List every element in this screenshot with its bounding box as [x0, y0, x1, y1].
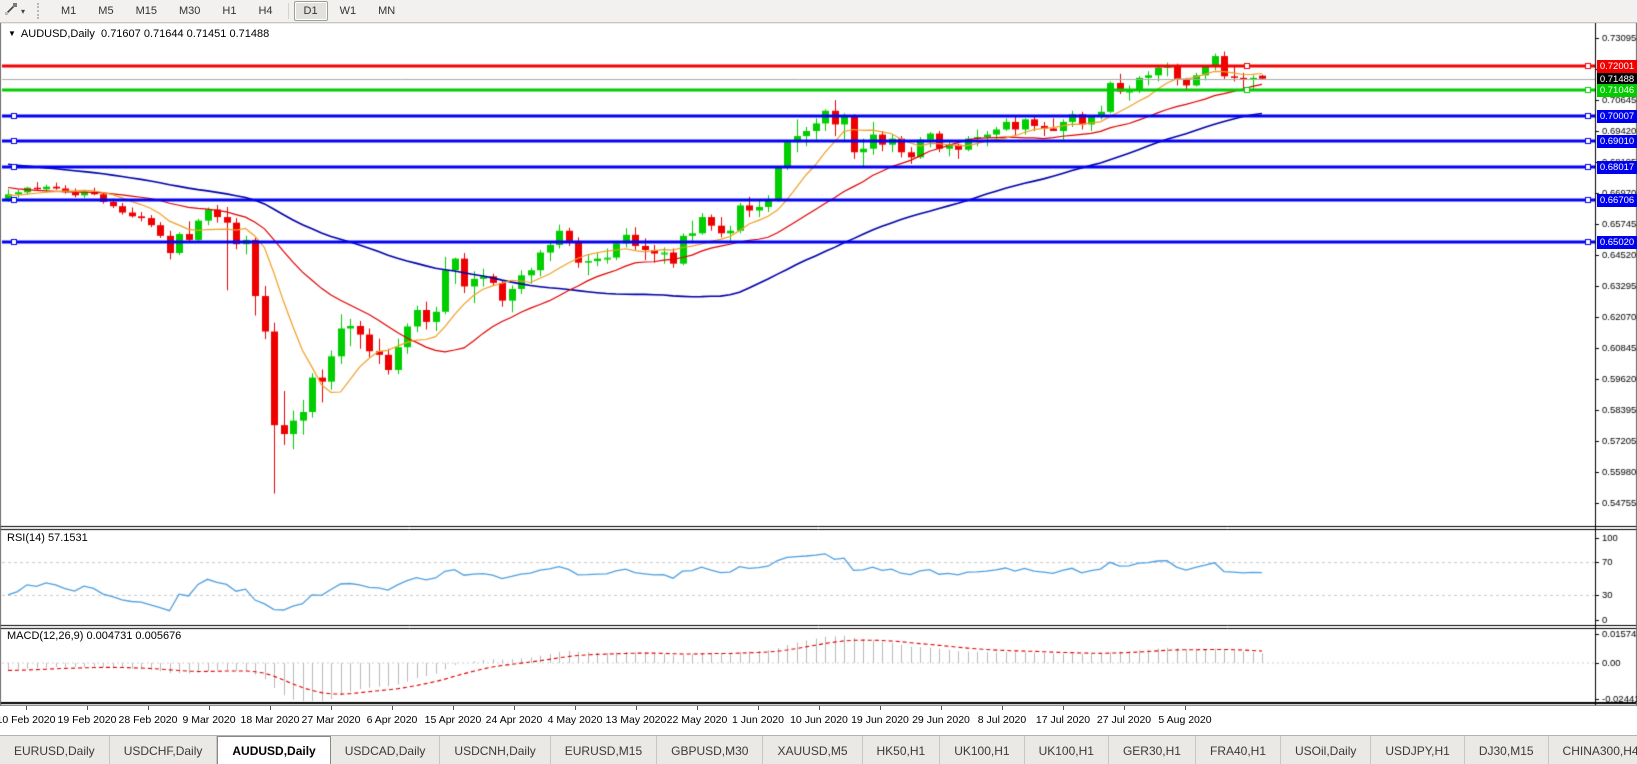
toolbar-separator [288, 3, 289, 19]
draw-tool-icon [4, 2, 18, 21]
timeframe-button-h4[interactable]: H4 [248, 1, 282, 21]
timeframe-button-m30[interactable]: M30 [169, 1, 210, 21]
time-axis-tick [758, 706, 759, 710]
timeframe-button-m15[interactable]: M15 [126, 1, 167, 21]
time-axis-tick [1002, 706, 1003, 710]
time-axis-label: 1 Jun 2020 [732, 714, 784, 726]
time-axis-label: 17 Jul 2020 [1036, 714, 1090, 726]
time-axis-tick [819, 706, 820, 710]
macd-name: MACD(12,26,9) [7, 630, 83, 642]
time-axis-tick [880, 706, 881, 710]
toolbar-drag-handle[interactable] [37, 3, 44, 19]
price-tag-0.68017: 0.68017 [1597, 161, 1637, 174]
chart-tab-usoil-daily[interactable]: USOil,Daily [1281, 736, 1371, 764]
time-axis-tick [331, 706, 332, 710]
chart-title: ▼ AUDUSD,Daily 0.71607 0.71644 0.71451 0.… [8, 28, 269, 40]
time-axis-label: 27 Jul 2020 [1097, 714, 1151, 726]
time-axis-label: 19 Feb 2020 [58, 714, 117, 726]
time-axis-tick [26, 706, 27, 710]
time-axis-tick [87, 706, 88, 710]
price-tag-0.72001: 0.72001 [1597, 60, 1637, 73]
time-axis-label: 8 Jul 2020 [978, 714, 1026, 726]
chart-tab-eurusd-daily[interactable]: EURUSD,Daily [0, 736, 110, 764]
chart-tab-usdcnh-daily[interactable]: USDCNH,Daily [440, 736, 550, 764]
chart-tab-china300-h4[interactable]: CHINA300,H4 [1549, 736, 1637, 764]
price-tag-0.70007: 0.70007 [1597, 110, 1637, 123]
time-axis-tick [941, 706, 942, 710]
chart-tab-uk100-h1[interactable]: UK100,H1 [940, 736, 1024, 764]
price-tag-0.65020: 0.65020 [1597, 236, 1637, 249]
timeframe-button-mn[interactable]: MN [368, 1, 405, 21]
timeframe-toolbar: ▾ M1M5M15M30H1H4 D1W1MN [0, 0, 1637, 23]
chart-symbol-period: AUDUSD,Daily [21, 28, 95, 40]
time-axis-label: 24 Apr 2020 [486, 714, 543, 726]
time-axis-label: 29 Jun 2020 [912, 714, 970, 726]
time-axis-label: 6 Apr 2020 [367, 714, 418, 726]
price-tag-0.71046: 0.71046 [1597, 84, 1637, 97]
time-axis-label: 9 Mar 2020 [182, 714, 235, 726]
collapse-triangle-icon[interactable]: ▼ [8, 29, 16, 38]
time-axis-label: 22 May 2020 [667, 714, 728, 726]
time-axis-label: 13 May 2020 [606, 714, 667, 726]
time-axis-label: 10 Jun 2020 [790, 714, 848, 726]
chart-tab-bar: EURUSD,DailyUSDCHF,DailyAUDUSD,DailyUSDC… [0, 735, 1637, 764]
chart-tab-gbpusd-m30[interactable]: GBPUSD,M30 [657, 736, 763, 764]
chart-tab-hk50-h1[interactable]: HK50,H1 [863, 736, 941, 764]
time-axis-label: 10 Feb 2020 [0, 714, 55, 726]
time-axis-label: 28 Feb 2020 [119, 714, 178, 726]
time-axis-tick [575, 706, 576, 710]
chart-tab-audusd-daily[interactable]: AUDUSD,Daily [217, 736, 330, 764]
time-axis-tick [514, 706, 515, 710]
chart-tab-xauusd-m5[interactable]: XAUUSD,M5 [763, 736, 862, 764]
chart-tab-usdchf-daily[interactable]: USDCHF,Daily [110, 736, 218, 764]
time-axis-tick [1124, 706, 1125, 710]
timeframe-button-m5[interactable]: M5 [88, 1, 123, 21]
timeframe-button-m1[interactable]: M1 [51, 1, 86, 21]
time-axis-label: 27 Mar 2020 [302, 714, 361, 726]
time-axis[interactable]: 10 Feb 202019 Feb 202028 Feb 2020 9 Mar 2… [0, 706, 1637, 735]
time-axis-label: 19 Jun 2020 [851, 714, 909, 726]
draw-tool-button[interactable]: ▾ [0, 0, 29, 22]
macd-values: 0.004731 0.005676 [86, 630, 181, 642]
chart-ohlc-values: 0.71607 0.71644 0.71451 0.71488 [101, 28, 269, 40]
time-axis-tick [453, 706, 454, 710]
time-axis-tick [270, 706, 271, 710]
chart-tab-fra40-h1[interactable]: FRA40,H1 [1196, 736, 1281, 764]
rsi-value: 57.1531 [48, 532, 88, 544]
time-axis-tick [392, 706, 393, 710]
trading-platform-window: ▾ M1M5M15M30H1H4 D1W1MN ▼ AUDUSD,Daily 0.7… [0, 0, 1637, 764]
rsi-indicator-label: RSI(14) 57.1531 [7, 532, 88, 544]
time-axis-label: 4 May 2020 [548, 714, 603, 726]
price-tag-0.66706: 0.66706 [1597, 194, 1637, 207]
chart-tab-ger30-h1[interactable]: GER30,H1 [1109, 736, 1196, 764]
chart-tab-usdjpy-h1[interactable]: USDJPY,H1 [1371, 736, 1464, 764]
macd-indicator-label: MACD(12,26,9) 0.004731 0.005676 [7, 630, 181, 642]
time-axis-tick [1185, 706, 1186, 710]
chevron-down-icon: ▾ [21, 7, 25, 16]
time-axis-label: 5 Aug 2020 [1158, 714, 1211, 726]
time-axis-tick [209, 706, 210, 710]
time-axis-tick [697, 706, 698, 710]
time-axis-tick [636, 706, 637, 710]
time-axis-label: 15 Apr 2020 [425, 714, 482, 726]
chart-tab-uk100-h1[interactable]: UK100,H1 [1025, 736, 1109, 764]
timeframe-button-d1[interactable]: D1 [294, 1, 328, 21]
chart-tab-eurusd-m15[interactable]: EURUSD,M15 [551, 736, 657, 764]
chart-tab-usdcad-daily[interactable]: USDCAD,Daily [331, 736, 441, 764]
chart-tab-dj30-m15[interactable]: DJ30,M15 [1465, 736, 1549, 764]
timeframe-button-h1[interactable]: H1 [212, 1, 246, 21]
chart-canvas[interactable] [0, 0, 1637, 764]
time-axis-label: 18 Mar 2020 [241, 714, 300, 726]
time-axis-tick [148, 706, 149, 710]
price-tag-0.69010: 0.69010 [1597, 135, 1637, 148]
timeframe-button-w1[interactable]: W1 [330, 1, 367, 21]
time-axis-tick [1063, 706, 1064, 710]
rsi-name: RSI(14) [7, 532, 45, 544]
